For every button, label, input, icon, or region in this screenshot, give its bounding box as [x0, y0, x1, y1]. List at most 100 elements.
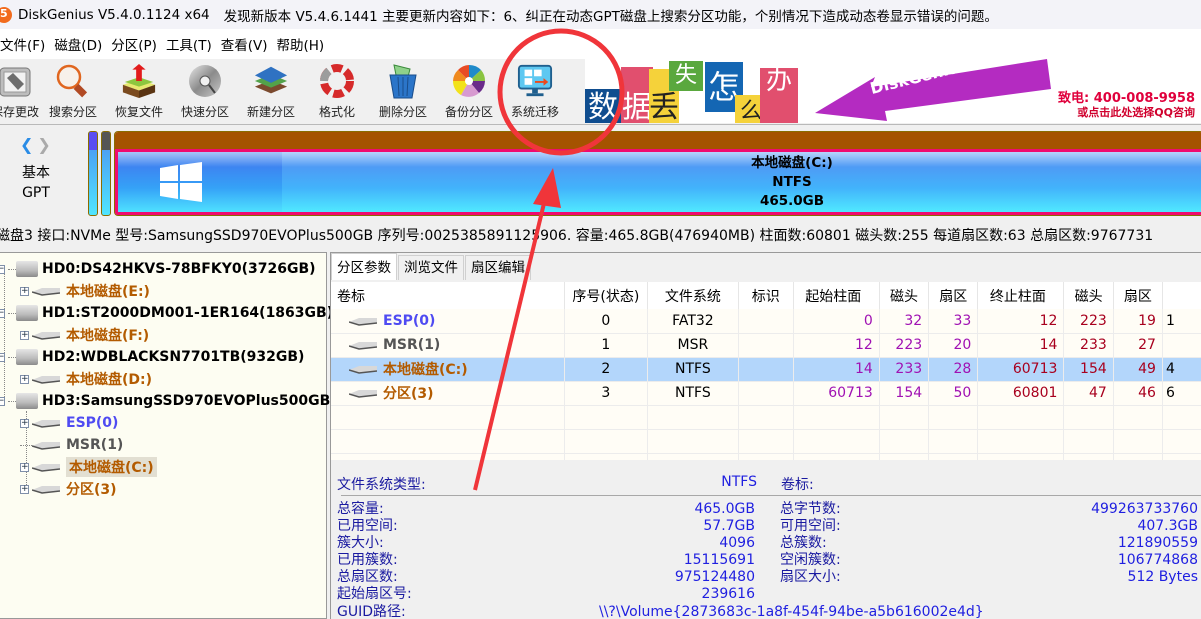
col-header-end-cyl[interactable]: 终止柱面 — [977, 282, 1065, 309]
col-header-id[interactable]: 标识 — [738, 282, 794, 309]
volume-label-key: 卷标: — [781, 477, 814, 493]
tree-item-disk[interactable]: − HD0:DS42HKVS-78BFKY0(3726GB) — [0, 258, 316, 280]
row-start-sec: 50 — [928, 381, 979, 406]
title-bar: DiskGenius V5.4.0.1124 x64 发现新版本 V5.4.6.… — [0, 0, 1201, 29]
collapse-icon[interactable]: − — [0, 308, 5, 318]
system-migration-button[interactable]: 系统迁移 — [502, 59, 568, 125]
menu-bar: 文件(F) 磁盘(D) 分区(P) 工具(T) 查看(V) 帮助(H) — [0, 29, 1201, 59]
expand-icon[interactable]: + — [20, 484, 29, 494]
row-index: 1 — [564, 333, 649, 358]
new-partition-button[interactable]: 新建分区 — [238, 59, 304, 125]
expand-icon[interactable]: + — [20, 374, 29, 384]
row-start-sec: 20 — [928, 333, 979, 358]
tree-item-disk[interactable]: − HD2:WDBLACKSN7701TB(932GB) — [0, 346, 304, 368]
row-extra: 4 — [1162, 357, 1201, 382]
backup-partition-button[interactable]: 备份分区 — [436, 59, 502, 125]
new-partition-icon — [253, 63, 289, 99]
row-id — [738, 333, 794, 358]
detail-row: 起始扇区号: 239616 — [337, 586, 755, 602]
col-header-start-head[interactable]: 磁头 — [879, 282, 930, 309]
row-extra: 1 — [1162, 309, 1201, 334]
col-header-end-head[interactable]: 磁头 — [1063, 282, 1114, 309]
col-header-fs[interactable]: 文件系统 — [647, 282, 739, 309]
menu-partition[interactable]: 分区(P) — [107, 34, 166, 54]
tree-item-partition-selected[interactable]: + 本地磁盘(C:) — [20, 456, 157, 478]
detail-row: 总簇数: 121890559 — [780, 535, 1198, 551]
row-end-head: 154 — [1063, 357, 1114, 382]
partition-details: 文件系统类型: NTFS 卷标: 总容量: 465.0GB 已用空间: 57.7GB… — [331, 469, 1201, 619]
next-disk-icon[interactable]: ❯ — [37, 135, 50, 154]
prev-disk-icon[interactable]: ❮ — [20, 135, 33, 154]
update-notice[interactable]: 发现新版本 V5.4.6.1441 主要更新内容如下：6、纠正在动态GPT磁盘上… — [224, 5, 998, 25]
hard-disk-icon — [16, 349, 38, 365]
collapse-icon[interactable]: − — [0, 396, 5, 406]
recover-files-button[interactable]: 恢复文件 — [106, 59, 172, 125]
search-icon — [55, 63, 91, 99]
disk-type: 基本 GPT — [16, 163, 56, 203]
table-row[interactable]: 分区(3) 3 NTFS 60713 154 50 60801 47 46 6 — [331, 381, 1201, 406]
partition-block-esp[interactable] — [88, 131, 98, 216]
tree-item-disk[interactable]: − HD1:ST2000DM001-1ER164(1863GB) — [0, 302, 333, 324]
windows-logo-icon — [160, 162, 202, 202]
row-index: 3 — [564, 381, 649, 406]
expand-icon[interactable]: + — [20, 286, 29, 296]
format-button[interactable]: 格式化 — [304, 59, 370, 125]
delete-partition-button[interactable]: 删除分区 — [370, 59, 436, 125]
partition-icon — [349, 342, 377, 350]
table-row-selected[interactable]: 本地磁盘(C:) 2 NTFS 14 233 28 60713 154 49 4 — [331, 357, 1201, 382]
menu-view[interactable]: 查看(V) — [217, 34, 277, 54]
fs-type-row: 文件系统类型: NTFS — [337, 474, 757, 494]
expand-icon[interactable]: + — [20, 330, 29, 340]
collapse-icon[interactable]: − — [0, 352, 5, 362]
save-changes-button[interactable]: 保存更改 — [0, 59, 40, 125]
expand-icon[interactable]: + — [20, 418, 29, 428]
tab-bar: 分区参数 浏览文件 扇区编辑 — [331, 253, 532, 281]
partition-block-msr[interactable] — [101, 131, 111, 216]
tab-partition-params[interactable]: 分区参数 — [331, 253, 397, 280]
tree-label: 本地磁盘(D:) — [66, 372, 153, 388]
col-header-end-sec[interactable]: 扇区 — [1113, 282, 1163, 309]
disk-info-bar: 磁盘3 接口:NVMe 型号:SamsungSSD970EVOPlus500GB… — [0, 228, 1154, 244]
table-row[interactable]: ESP(0) 0 FAT32 0 32 33 12 223 19 1 — [331, 309, 1201, 334]
backup-partition-label: 备份分区 — [444, 105, 493, 119]
quick-partition-button[interactable]: 快速分区 — [172, 59, 238, 125]
menu-disk[interactable]: 磁盘(D) — [50, 34, 111, 54]
hard-disk-icon — [16, 393, 38, 409]
tree-item-partition[interactable]: MSR(1) — [20, 434, 123, 456]
detail-row: 可用空间: 407.3GB — [780, 518, 1198, 534]
col-header-index[interactable]: 序号(状态) — [564, 282, 649, 309]
row-end-sec: 27 — [1113, 333, 1163, 358]
partition-block-c[interactable]: 本地磁盘(C:) NTFS 465.0GB — [114, 131, 1201, 216]
tree-item-disk[interactable]: − HD3:SamsungSSD970EVOPlus500GB(4 — [0, 390, 346, 412]
partition-icon — [349, 317, 377, 326]
tree-item-partition[interactable]: + 本地磁盘(D:) — [20, 368, 152, 390]
col-header-label[interactable]: 卷标 — [331, 282, 565, 309]
menu-file[interactable]: 文件(F) — [0, 34, 54, 54]
partition-icon — [32, 420, 60, 428]
tree-item-partition[interactable]: + 本地磁盘(E:) — [20, 280, 150, 302]
partition-icon — [32, 288, 60, 296]
col-header-more[interactable] — [1162, 282, 1201, 309]
row-fs: FAT32 — [647, 309, 739, 334]
tree-item-partition[interactable]: + 分区(3) — [20, 478, 117, 500]
partition-fs: NTFS — [772, 174, 812, 190]
col-header-start-cyl[interactable]: 起始柱面 — [793, 282, 880, 309]
menu-tools[interactable]: 工具(T) — [162, 34, 221, 54]
expand-icon[interactable]: + — [20, 462, 29, 472]
table-row[interactable]: MSR(1) 1 MSR 12 223 20 14 233 27 — [331, 333, 1201, 358]
support-banner[interactable]: 数 据 丢 失 怎 么 办 DiskGenius 团队为您服务 致电: 400-… — [585, 59, 1201, 123]
tree-item-partition[interactable]: + 本地磁盘(F:) — [20, 324, 149, 346]
collapse-icon[interactable]: − — [0, 264, 5, 274]
guid-key: GUID路径: — [337, 604, 406, 619]
menu-help[interactable]: 帮助(H) — [273, 34, 334, 54]
tab-sector-edit[interactable]: 扇区编辑 — [465, 255, 531, 280]
tab-browse-files[interactable]: 浏览文件 — [398, 255, 464, 280]
col-header-start-sec[interactable]: 扇区 — [928, 282, 979, 309]
search-partition-button[interactable]: 搜索分区 — [40, 59, 106, 125]
banner-tile: 数 — [585, 89, 621, 123]
banner-qq-link[interactable]: 或点击此处选择QQ咨询 — [1077, 104, 1195, 120]
tree-label: 本地磁盘(E:) — [66, 284, 150, 300]
tree-item-partition[interactable]: + ESP(0) — [20, 412, 118, 434]
app-title: DiskGenius V5.4.0.1124 x64 — [18, 6, 210, 23]
recover-icon — [121, 63, 157, 99]
